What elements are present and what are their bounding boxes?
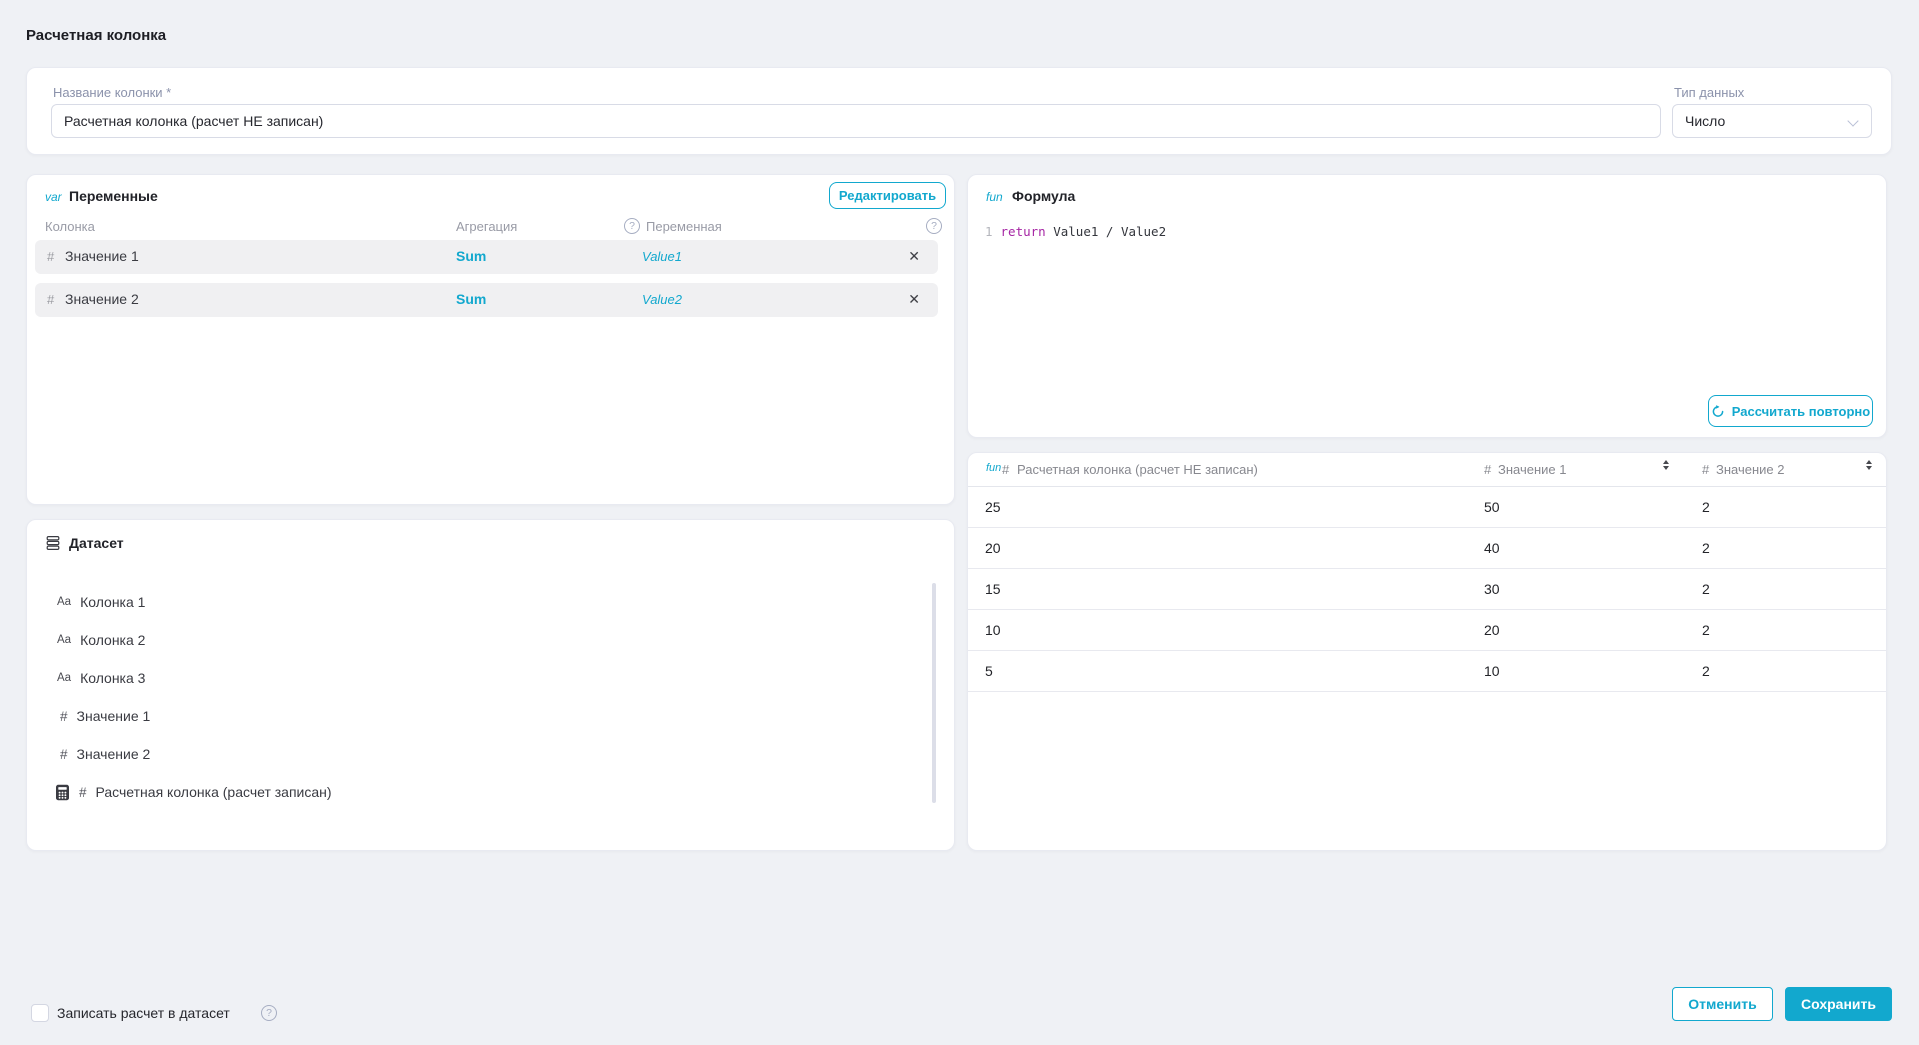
formula-code-editor[interactable]: 1 return Value1 / Value2: [985, 223, 1166, 241]
variable-column-name: Значение 1: [65, 248, 139, 264]
variables-header-row: Колонка Агрегация ? Переменная ?: [27, 218, 954, 235]
data-type-value: Число: [1685, 113, 1726, 129]
table-row: 15 30 2: [968, 569, 1886, 610]
column-name-input[interactable]: [51, 104, 1661, 138]
number-type-icon: #: [1484, 462, 1492, 477]
recalculate-button[interactable]: Рассчитать повторно: [1708, 395, 1873, 427]
help-icon[interactable]: ?: [926, 218, 942, 234]
table-row: 25 50 2: [968, 487, 1886, 528]
cell-value: 2: [1702, 663, 1710, 679]
number-type-icon: #: [1702, 462, 1710, 477]
cell-value: 40: [1484, 540, 1500, 556]
cell-value: 2: [1702, 622, 1710, 638]
dataset-field-label: Колонка 1: [80, 594, 146, 610]
cell-value: 10: [985, 622, 1001, 638]
number-type-icon: #: [79, 784, 87, 800]
fun-tag-icon: fun: [986, 462, 1002, 474]
text-type-icon: Aa: [57, 596, 72, 608]
preview-column-header: Значение 2: [1716, 462, 1785, 477]
line-number: 1: [985, 224, 993, 239]
dataset-field-item[interactable]: # Расчетная колонка (расчет записан): [55, 781, 332, 803]
cancel-button[interactable]: Отменить: [1672, 987, 1773, 1021]
table-row: 5 10 2: [968, 651, 1886, 692]
type-field-label: Тип данных: [1674, 85, 1745, 100]
dataset-field-item[interactable]: Aa Колонка 2: [57, 629, 145, 651]
variable-header: Переменная: [646, 218, 722, 234]
write-to-dataset-label: Записать расчет в датасет: [57, 1005, 230, 1021]
dataset-field-item[interactable]: Aa Колонка 3: [57, 667, 145, 689]
dataset-field-label: Значение 2: [76, 746, 151, 762]
preview-column-header: Расчетная колонка (расчет НЕ записан): [1017, 462, 1258, 477]
cell-value: 2: [1702, 581, 1710, 597]
variable-name: Value1: [642, 249, 682, 264]
preview-column-header: Значение 1: [1498, 462, 1567, 477]
refresh-icon: [1711, 404, 1725, 418]
number-type-icon: #: [60, 708, 68, 724]
number-type-icon: #: [60, 746, 68, 762]
dataset-field-item[interactable]: # Значение 1: [60, 705, 150, 727]
number-type-icon: #: [47, 249, 55, 264]
dataset-field-item[interactable]: Aa Колонка 1: [57, 591, 145, 613]
text-type-icon: Aa: [57, 634, 72, 646]
cell-value: 15: [985, 581, 1001, 597]
help-icon[interactable]: ?: [261, 1005, 277, 1021]
variable-name: Value2: [642, 292, 682, 307]
variables-title: Переменные: [69, 188, 158, 204]
aggregation-header: Агрегация: [456, 219, 518, 234]
dataset-panel: Датасет Aa Колонка 1 Aa Колонка 2 Aa Кол…: [26, 519, 955, 851]
aggregation-value[interactable]: Sum: [456, 248, 486, 264]
save-button[interactable]: Сохранить: [1785, 987, 1892, 1021]
cell-value: 50: [1484, 499, 1500, 515]
page-title: Расчетная колонка: [26, 27, 167, 44]
cell-value: 20: [1484, 622, 1500, 638]
number-type-icon: #: [1002, 462, 1010, 477]
edit-variables-button[interactable]: Редактировать: [829, 182, 946, 209]
code-keyword: return: [1000, 224, 1046, 239]
var-tag-icon: var: [45, 190, 62, 204]
table-row: 20 40 2: [968, 528, 1886, 569]
dataset-title: Датасет: [69, 535, 124, 551]
variable-column-name: Значение 2: [65, 291, 139, 307]
close-icon[interactable]: ✕: [908, 248, 920, 265]
column-settings-card: Название колонки * Тип данных Число: [26, 67, 1892, 155]
fun-tag-icon: fun: [986, 190, 1003, 204]
chevron-down-icon: [1847, 115, 1859, 127]
cell-value: 30: [1484, 581, 1500, 597]
sort-icon[interactable]: [1866, 460, 1872, 470]
variables-panel: var Переменные Редактировать Колонка Агр…: [26, 174, 955, 505]
cell-value: 2: [1702, 540, 1710, 556]
aggregation-value[interactable]: Sum: [456, 291, 486, 307]
calculator-icon: [55, 784, 70, 801]
cell-value: 5: [985, 663, 993, 679]
variable-row: # Значение 1 Sum Value1 ✕: [35, 240, 938, 274]
dataset-field-item[interactable]: # Значение 2: [60, 743, 150, 765]
dataset-field-label: Колонка 3: [80, 670, 146, 686]
code-expression: Value1 / Value2: [1053, 224, 1167, 239]
cell-value: 20: [985, 540, 1001, 556]
help-icon[interactable]: ?: [624, 218, 640, 234]
name-field-label: Название колонки *: [53, 85, 172, 100]
cell-value: 25: [985, 499, 1001, 515]
preview-header-row: fun # Расчетная колонка (расчет НЕ запис…: [968, 453, 1886, 487]
cell-value: 2: [1702, 499, 1710, 515]
text-type-icon: Aa: [57, 672, 72, 684]
dataset-scrollbar[interactable]: [932, 583, 936, 803]
number-type-icon: #: [47, 292, 55, 307]
preview-table-panel: fun # Расчетная колонка (расчет НЕ запис…: [967, 452, 1887, 851]
recalculate-label: Рассчитать повторно: [1731, 403, 1871, 419]
sort-icon[interactable]: [1663, 460, 1669, 470]
formula-panel: fun Формула 1 return Value1 / Value2 Расс…: [967, 174, 1887, 438]
write-to-dataset-checkbox[interactable]: [31, 1004, 49, 1022]
dataset-icon: [45, 535, 61, 556]
variable-row: # Значение 2 Sum Value2 ✕: [35, 283, 938, 317]
dataset-field-label: Расчетная колонка (расчет записан): [95, 784, 332, 800]
dataset-field-label: Колонка 2: [80, 632, 146, 648]
dataset-field-label: Значение 1: [76, 708, 151, 724]
formula-title: Формула: [1012, 188, 1076, 204]
data-type-select[interactable]: Число: [1672, 104, 1872, 138]
column-header: Колонка: [45, 219, 95, 234]
close-icon[interactable]: ✕: [908, 291, 920, 308]
table-row: 10 20 2: [968, 610, 1886, 651]
cell-value: 10: [1484, 663, 1500, 679]
